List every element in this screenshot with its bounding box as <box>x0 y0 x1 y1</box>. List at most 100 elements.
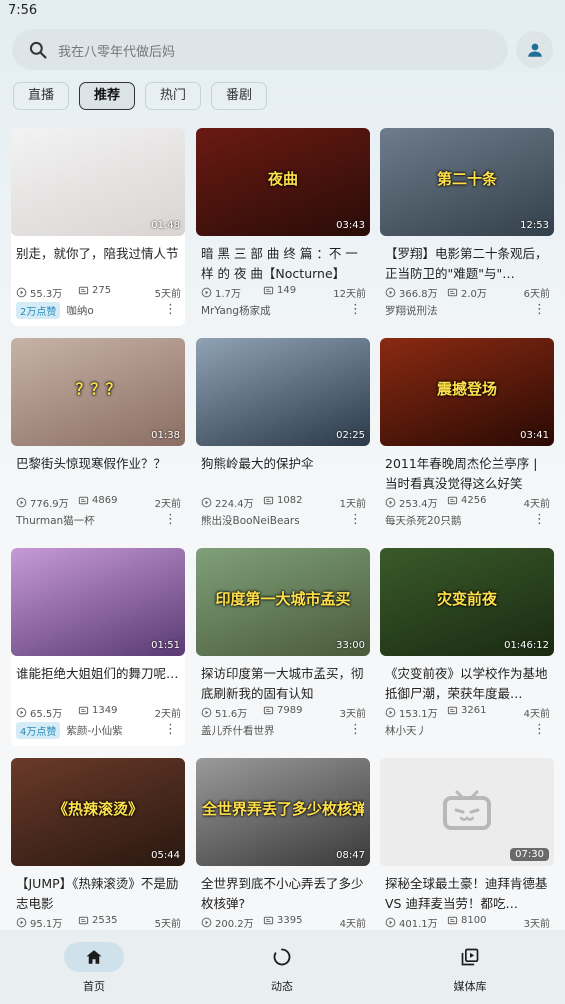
home-icon <box>86 950 102 964</box>
video-thumbnail[interactable]: 印度第一大城市孟买 33:00 <box>196 548 370 656</box>
video-card[interactable]: 印度第一大城市孟买 33:00 探访印度第一大城市孟买，彻底刷新我的固有认知 51.6… <box>196 548 370 746</box>
tab-recommend[interactable]: 推荐 <box>79 82 136 110</box>
video-duration: 01:46:12 <box>504 640 549 651</box>
video-title[interactable]: 【JUMP】《热辣滚烫》不是励志电影 <box>16 874 180 914</box>
search-icon <box>29 41 47 59</box>
video-card[interactable]: ？？？ 01:38 巴黎街头惊现寒假作业？？ 776.9万 4869 2天前 Thurman… <box>11 338 185 536</box>
more-options-icon[interactable]: ⋮ <box>164 511 177 529</box>
danmaku-count-text: 2535 <box>92 915 118 926</box>
danmaku-count: 149 <box>263 285 296 296</box>
video-duration: 01:51 <box>151 640 180 651</box>
video-card[interactable]: 全世界弄丢了多少枚核弹? 08:47 全世界到底不小心弄丢了多少枚核弹? 200.2万… <box>196 758 370 930</box>
video-duration: 33:00 <box>336 640 365 651</box>
video-thumbnail[interactable]: 07:30 <box>380 758 554 866</box>
more-options-icon[interactable]: ⋮ <box>164 301 177 319</box>
more-options-icon[interactable]: ⋮ <box>533 721 546 739</box>
uploader-name[interactable]: 每天杀死20只鹅 <box>385 513 461 528</box>
video-card[interactable]: 07:30 探秘全球最土豪！迪拜肯德基 VS 迪拜麦当劳！都吃… 401.1万 810… <box>380 758 554 930</box>
uploader-name[interactable]: 紫颜-小仙紫 <box>66 723 122 738</box>
danmaku-count-text: 4869 <box>92 495 118 506</box>
view-count: 253.4万 <box>385 495 438 510</box>
more-options-icon[interactable]: ⋮ <box>533 511 546 529</box>
uploader-name[interactable]: 罗翔说刑法 <box>385 303 438 318</box>
status-time: 7:56 <box>8 3 38 18</box>
video-card[interactable]: 01:48 别走，就你了，陪我过情人节 55.3万 275 5天前 2万点赞 咖纳o ⋮ <box>11 128 185 326</box>
video-duration: 08:47 <box>336 850 365 861</box>
danmaku-icon <box>78 496 89 505</box>
video-title[interactable]: 暗 黑 三 部 曲 终 篇 ：不 一 样 的 夜 曲【Nocturne】 <box>201 244 365 284</box>
view-count: 366.8万 <box>385 285 438 300</box>
play-count-icon <box>201 287 212 298</box>
play-count-icon <box>385 287 396 298</box>
video-thumbnail[interactable]: 01:51 <box>11 548 185 656</box>
tab-live[interactable]: 直播 <box>13 82 70 110</box>
uploader-name[interactable]: 盖儿乔什看世界 <box>201 723 275 738</box>
more-options-icon[interactable]: ⋮ <box>349 721 362 739</box>
video-title[interactable]: 2011年春晚周杰伦兰亭序 | 当时看真没觉得这么好笑 <box>385 454 549 494</box>
danmaku-icon <box>447 496 458 505</box>
tab-hot[interactable]: 热门 <box>145 82 202 110</box>
danmaku-count-text: 1349 <box>92 705 118 716</box>
thumbnail-overlay-text: 震撼登场 <box>436 380 497 398</box>
publish-date: 12天前 <box>333 289 366 300</box>
video-thumbnail[interactable]: 《热辣滚烫》 05:44 <box>11 758 185 866</box>
video-title[interactable]: 探秘全球最土豪！迪拜肯德基 VS 迪拜麦当劳！都吃… <box>385 874 549 914</box>
view-count: 153.1万 <box>385 705 438 720</box>
more-options-icon[interactable]: ⋮ <box>349 301 362 319</box>
nav-activity[interactable]: 动态 <box>222 930 342 1004</box>
more-options-icon[interactable]: ⋮ <box>164 721 177 739</box>
video-title[interactable]: 狗熊岭最大的保护伞 <box>201 454 365 474</box>
video-thumbnail[interactable]: 震撼登场 03:41 <box>380 338 554 446</box>
like-badge: 2万点赞 <box>16 301 61 319</box>
more-options-icon[interactable]: ⋮ <box>349 511 362 529</box>
video-title[interactable]: 【罗翔】电影第二十条观后，正当防卫的"难题"与"… <box>385 244 549 284</box>
danmaku-count-text: 275 <box>92 285 112 296</box>
video-card[interactable]: 第二十条 12:53 【罗翔】电影第二十条观后，正当防卫的"难题"与"… 366.8万… <box>380 128 554 326</box>
video-thumbnail[interactable]: 灾变前夜 01:46:12 <box>380 548 554 656</box>
video-title[interactable]: 全世界到底不小心弄丢了多少枚核弹? <box>201 874 365 914</box>
nav-library-label: 媒体库 <box>453 980 487 993</box>
bottom-nav: 首页 动态 媒体库 <box>0 930 565 1004</box>
video-thumbnail[interactable]: ？？？ 01:38 <box>11 338 185 446</box>
video-card[interactable]: 震撼登场 03:41 2011年春晚周杰伦兰亭序 | 当时看真没觉得这么好笑 253.… <box>380 338 554 536</box>
video-card[interactable]: 02:25 狗熊岭最大的保护伞 224.4万 1082 1天前 熊出没BooNeiBear… <box>196 338 370 536</box>
video-title[interactable]: 别走，就你了，陪我过情人节 <box>16 244 180 264</box>
uploader-name[interactable]: 林小天丿 <box>385 723 427 738</box>
library-icon <box>461 948 479 966</box>
uploader-name[interactable]: 熊出没BooNeiBears <box>201 513 300 528</box>
video-thumbnail[interactable]: 第二十条 12:53 <box>380 128 554 236</box>
video-title[interactable]: 探访印度第一大城市孟买，彻底刷新我的固有认知 <box>201 664 365 704</box>
video-duration: 12:53 <box>520 220 549 231</box>
uploader-name[interactable]: Thurman猫一杯 <box>16 513 95 528</box>
view-count-text: 401.1万 <box>399 919 438 930</box>
video-card[interactable]: 01:51 谁能拒绝大姐姐们的舞刀呢… 65.5万 1349 2天前 4万点赞 紫颜-小仙紫… <box>11 548 185 746</box>
video-card[interactable]: 夜曲 03:43 暗 黑 三 部 曲 终 篇 ：不 一 样 的 夜 曲【Noctur… <box>196 128 370 326</box>
uploader-name[interactable]: 咖纳o <box>66 303 93 318</box>
video-thumbnail[interactable]: 夜曲 03:43 <box>196 128 370 236</box>
thumbnail-overlay-text: 《热辣滚烫》 <box>52 800 143 818</box>
view-count: 1.7万 <box>201 285 241 300</box>
avatar-button[interactable] <box>516 31 553 68</box>
video-title[interactable]: 谁能拒绝大姐姐们的舞刀呢… <box>16 664 180 684</box>
video-card[interactable]: 灾变前夜 01:46:12 《灾变前夜》以学校作为基地抵御尸潮，荣获年度最… 153.… <box>380 548 554 746</box>
video-title[interactable]: 巴黎街头惊现寒假作业？？ <box>16 454 180 474</box>
video-stats: 95.1万 2535 5天前 <box>16 915 181 930</box>
nav-library[interactable]: 媒体库 <box>410 930 530 1004</box>
danmaku-icon <box>263 706 274 715</box>
video-thumbnail[interactable]: 全世界弄丢了多少枚核弹? 08:47 <box>196 758 370 866</box>
danmaku-icon <box>447 706 458 715</box>
search-input[interactable]: 我在八零年代做后妈 <box>12 29 508 70</box>
publish-date: 4天前 <box>523 709 550 720</box>
tab-bangumi[interactable]: 番剧 <box>211 82 268 110</box>
publish-date: 5天前 <box>154 289 181 300</box>
video-stats: 776.9万 4869 2天前 <box>16 495 181 510</box>
danmaku-count: 3395 <box>263 915 302 926</box>
video-thumbnail[interactable]: 02:25 <box>196 338 370 446</box>
video-card[interactable]: 《热辣滚烫》 05:44 【JUMP】《热辣滚烫》不是励志电影 95.1万 2535 5天… <box>11 758 185 930</box>
video-title[interactable]: 《灾变前夜》以学校作为基地抵御尸潮，荣获年度最… <box>385 664 549 704</box>
video-thumbnail[interactable]: 01:48 <box>11 128 185 236</box>
publish-date: 5天前 <box>154 919 181 930</box>
uploader-name[interactable]: MrYang杨家成 <box>201 303 271 318</box>
nav-home[interactable]: 首页 <box>34 930 154 1004</box>
more-options-icon[interactable]: ⋮ <box>533 301 546 319</box>
